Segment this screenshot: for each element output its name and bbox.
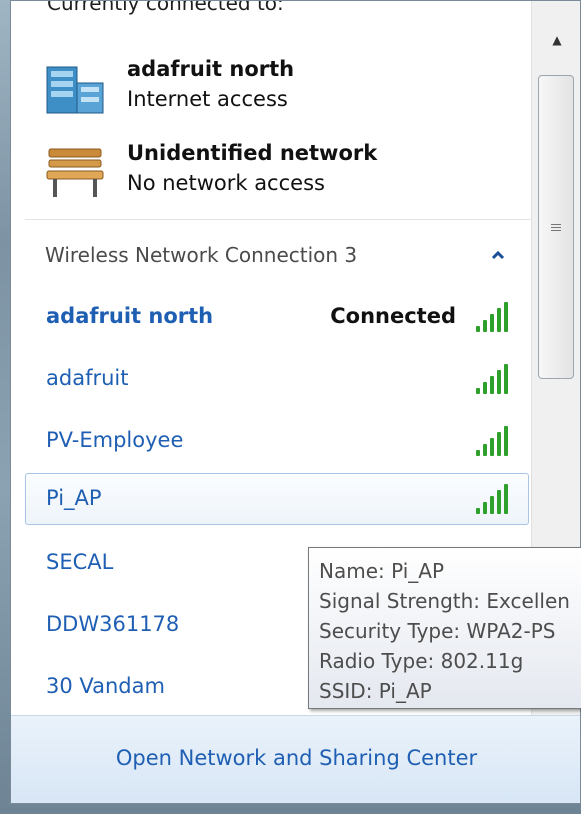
current-connection-unidentified: Unidentified network No network access bbox=[41, 137, 521, 209]
tooltip-signal-strength: Signal Strength: Excellen bbox=[319, 589, 570, 613]
network-name: adafruit bbox=[46, 366, 129, 390]
signal-strength-icon bbox=[476, 484, 512, 514]
open-network-sharing-center-link[interactable]: Open Network and Sharing Center bbox=[11, 746, 580, 770]
section-divider bbox=[25, 219, 531, 220]
signal-strength-icon bbox=[476, 302, 512, 332]
network-item-adafruit[interactable]: adafruit bbox=[25, 353, 529, 405]
tooltip-ssid: SSID: Pi_AP bbox=[319, 679, 432, 703]
signal-strength-icon bbox=[476, 426, 512, 456]
current-connection-adafruit-north: adafruit north Internet access bbox=[41, 53, 521, 125]
signal-strength-icon bbox=[476, 364, 512, 394]
network-name: adafruit north bbox=[46, 304, 214, 328]
connection-status: Internet access bbox=[127, 87, 288, 111]
network-item-pv-employee[interactable]: PV-Employee bbox=[25, 415, 529, 467]
tooltip-radio-type: Radio Type: 802.11g bbox=[319, 649, 524, 673]
connection-name: adafruit north bbox=[127, 57, 295, 81]
network-item-adafruit-north[interactable]: adafruit north Connected bbox=[25, 291, 529, 343]
scrollbar-thumb[interactable] bbox=[538, 75, 574, 379]
network-tooltip: Name: Pi_AP Signal Strength: Excellen Se… bbox=[308, 547, 581, 709]
network-name: 30 Vandam bbox=[46, 674, 165, 698]
wireless-group-title: Wireless Network Connection 3 bbox=[45, 243, 358, 267]
network-name: PV-Employee bbox=[46, 428, 184, 452]
tooltip-security-type: Security Type: WPA2-PS bbox=[319, 619, 556, 643]
connection-status: No network access bbox=[127, 171, 325, 195]
section-title: Currently connected to: bbox=[47, 1, 284, 15]
flyout-footer: Open Network and Sharing Center bbox=[11, 715, 580, 803]
tooltip-name: Name: Pi_AP bbox=[319, 559, 445, 583]
network-item-pi-ap[interactable]: Pi_AP bbox=[25, 473, 529, 525]
connection-name: Unidentified network bbox=[127, 141, 378, 165]
scroll-up-arrow-icon[interactable]: ▲ bbox=[532, 25, 580, 55]
network-building-icon bbox=[46, 66, 104, 114]
grip-icon bbox=[551, 224, 561, 234]
network-name: DDW361178 bbox=[46, 612, 180, 636]
park-bench-icon bbox=[46, 148, 104, 197]
network-name: SECAL bbox=[46, 550, 114, 574]
network-name: Pi_AP bbox=[46, 486, 102, 510]
chevron-up-icon[interactable] bbox=[489, 246, 507, 264]
network-status: Connected bbox=[330, 304, 456, 328]
